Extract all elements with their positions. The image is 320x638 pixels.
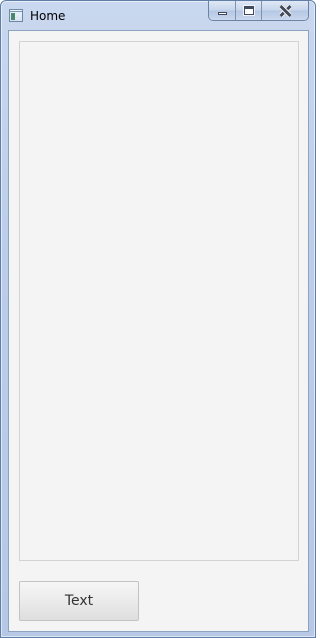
client-area: Text: [8, 30, 309, 632]
close-icon: [279, 5, 291, 17]
window-title: Home: [30, 9, 66, 23]
minimize-button[interactable]: [209, 1, 236, 20]
title-bar[interactable]: Home: [1, 1, 315, 31]
minimize-icon: [217, 12, 227, 15]
app-window-icon[interactable]: [9, 9, 23, 22]
window-controls: [208, 1, 309, 21]
close-button[interactable]: [262, 1, 308, 20]
maximize-button[interactable]: [236, 1, 262, 20]
content-panel: [19, 41, 299, 561]
text-button[interactable]: Text: [19, 581, 139, 621]
maximize-icon: [243, 6, 254, 15]
app-window: Home Text: [0, 0, 316, 638]
